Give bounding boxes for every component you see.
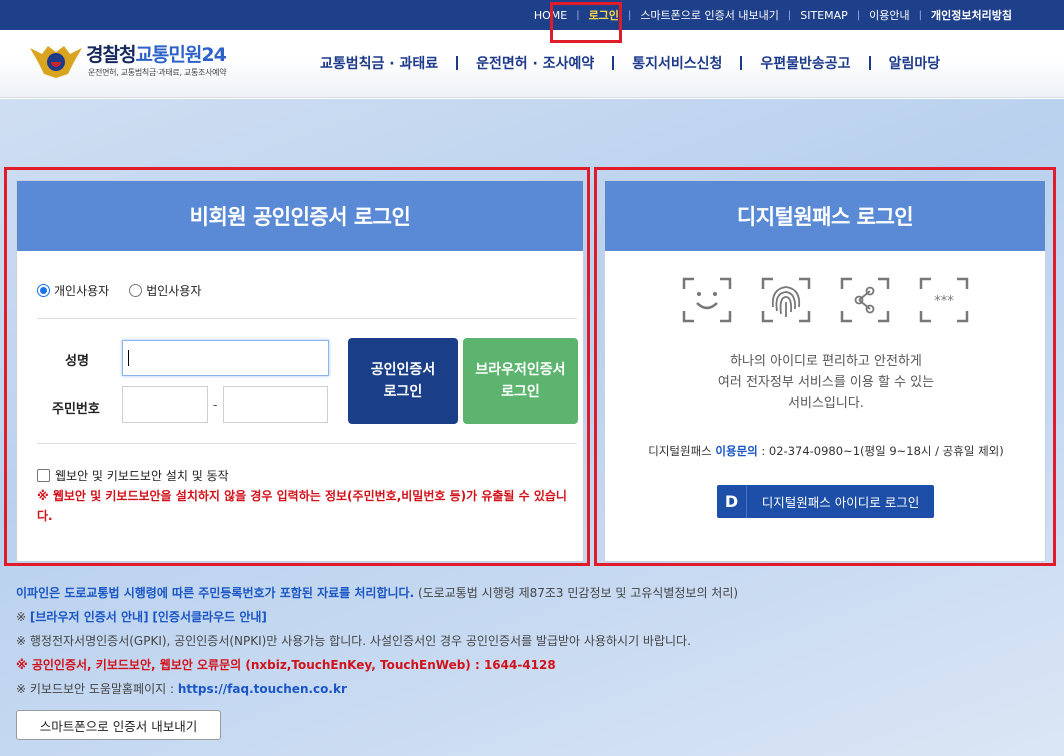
rrn-separator: - xyxy=(213,398,218,412)
radio-corporate-user[interactable]: 법인사용자 xyxy=(129,282,201,299)
security-warning: ※ 웹보안 및 키보드보안을 설치하지 않을 경우 입력하는 정보(주민번호,비… xyxy=(37,489,567,523)
onepass-description-line2: 여러 전자정부 서비스를 이용 할 수 있는 xyxy=(717,375,935,390)
notice-cert-types: ※ 행정전자서명인증서(GPKI), 공인인증서(NPKI)만 사용가능 합니다… xyxy=(16,634,691,648)
contact-value: : 02-374-0980~1(평일 9~18시 / 공휴일 제외) xyxy=(757,444,1004,458)
guide-link[interactable]: 이용안내 xyxy=(869,7,909,23)
notice-error-contact: ※ 공인인증서, 키보드보안, 웹보안 오류문의 (nxbiz,TouchEnK… xyxy=(16,658,556,672)
export-cert-link[interactable]: 스마트폰으로 인증서 내보내기 xyxy=(640,7,779,23)
export-to-smartphone-button[interactable]: 스마트폰으로 인증서 내보내기 xyxy=(16,710,221,740)
separator: | xyxy=(856,9,861,21)
security-install-label: 웹보안 및 키보드보안 설치 및 동작 xyxy=(55,469,229,483)
notices: 이파인은 도로교통법 시행령에 따른 주민등록번호가 포함된 자료를 처리합니다… xyxy=(16,583,1056,703)
main-navigation: 교통범칙금 · 과태료 운전면허 · 조사예약 통지서비스신청 우편물반송공고 … xyxy=(320,52,940,74)
keyboard-help-link[interactable]: https://faq.touchen.co.kr xyxy=(178,682,347,696)
nav-divider xyxy=(740,56,743,70)
notice-guides: ※ [브라우저 인증서 안내] [인증서클라우드 안내] xyxy=(16,607,1056,631)
login-highlight-box xyxy=(550,2,622,43)
onepass-d-icon: D xyxy=(717,485,747,518)
cert-button-line1: 공인인증서 xyxy=(370,362,436,378)
user-type-radio-group: 개인사용자 법인사용자 xyxy=(37,282,221,299)
onepass-description: 하나의 아이디로 편리하고 안전하게 여러 전자정부 서비스를 이용 할 수 있… xyxy=(605,351,1047,414)
pin-code-text: *** xyxy=(934,294,954,309)
browser-button-line2: 로그인 xyxy=(501,384,540,400)
site-logo[interactable]: 경찰청교통민원24 운전면허, 교통범칙금·과태료, 교통조사예약 xyxy=(28,40,268,84)
nav-notice[interactable]: 알림마당 xyxy=(889,53,941,73)
pin-code-icon: *** xyxy=(919,277,969,323)
onepass-description-line1: 하나의 아이디로 편리하고 안전하게 xyxy=(730,354,922,369)
certificate-login-title: 비회원 공인인증서 로그인 xyxy=(17,181,583,251)
keyboard-help-prefix: ※ 키보드보안 도움말홈페이지 : xyxy=(16,682,178,696)
radio-corporate-indicator[interactable] xyxy=(129,284,143,297)
radio-corporate-label: 법인사용자 xyxy=(146,284,202,298)
top-utility-bar: HOME | 로그인 | 스마트폰으로 인증서 내보내기 | SITEMAP |… xyxy=(0,0,1064,30)
privacy-policy-link[interactable]: 개인정보처리방침 xyxy=(931,7,1012,23)
onepass-login-label: 디지털원패스 아이디로 로그인 xyxy=(761,495,920,510)
rrn-front-input[interactable] xyxy=(122,386,208,423)
radio-personal-user[interactable]: 개인사용자 xyxy=(37,282,109,299)
logo-title-main: 경찰청 xyxy=(86,44,136,66)
separator: | xyxy=(787,9,792,21)
nav-returned-mail[interactable]: 우편물반송공고 xyxy=(760,53,850,73)
contact-label: 이용문의 xyxy=(715,444,758,458)
logo-title: 경찰청교통민원24 xyxy=(86,40,227,67)
notice-privacy-rest: (도로교통법 시행령 제87조3 민감정보 및 고유식별정보의 처리) xyxy=(414,586,739,600)
face-recognition-icon xyxy=(682,277,732,323)
notice-privacy-bold: 이파인은 도로교통법 시행령에 따른 주민등록번호가 포함된 자료를 처리합니다… xyxy=(16,586,415,600)
browser-certificate-login-button[interactable]: 브라우저인증서 로그인 xyxy=(463,338,578,424)
radio-personal-indicator[interactable] xyxy=(37,284,50,297)
nav-notification[interactable]: 통지서비스신청 xyxy=(632,53,722,73)
police-emblem-icon xyxy=(30,46,82,78)
certificate-login-panel: 비회원 공인인증서 로그인 개인사용자 법인사용자 성명 주민번호 - 공인인증… xyxy=(16,180,584,562)
separator: | xyxy=(627,9,632,21)
digital-onepass-panel: 디지털원패스 로그인 *** 하나의 아이디로 편리하고 안전하게 여러 전자정… xyxy=(604,180,1046,562)
onepass-contact: 디지털원패스 이용문의 : 02-374-0980~1(평일 9~18시 / 공… xyxy=(605,443,1047,459)
nav-license[interactable]: 운전면허 · 조사예약 xyxy=(476,53,594,73)
certificate-login-button[interactable]: 공인인증서 로그인 xyxy=(348,338,458,424)
security-install-checkbox-row[interactable]: 웹보안 및 키보드보안 설치 및 동작 xyxy=(37,467,229,484)
rrn-back-input[interactable] xyxy=(223,386,328,423)
separator: | xyxy=(918,9,923,21)
nav-divider xyxy=(456,56,459,70)
sitemap-link[interactable]: SITEMAP xyxy=(800,9,848,22)
divider xyxy=(37,443,577,444)
pattern-icon xyxy=(840,277,890,323)
onepass-description-line3: 서비스입니다. xyxy=(788,396,864,411)
logo-title-accent: 교통민원24 xyxy=(135,44,226,66)
nav-divider xyxy=(868,56,871,70)
notice-guides-prefix: ※ xyxy=(16,610,30,624)
security-install-checkbox[interactable] xyxy=(37,469,50,482)
rrn-label: 주민번호 xyxy=(52,402,100,417)
cert-button-line2: 로그인 xyxy=(383,384,423,400)
name-input[interactable] xyxy=(122,340,329,376)
notice-keyboard-help: ※ 키보드보안 도움말홈페이지 : https://faq.touchen.co… xyxy=(16,679,1056,703)
digital-onepass-title: 디지털원패스 로그인 xyxy=(605,181,1045,251)
logo-subtitle: 운전면허, 교통범칙금·과태료, 교통조사예약 xyxy=(88,68,227,77)
browser-cert-guide-link[interactable]: [브라우저 인증서 안내] xyxy=(30,610,149,624)
nav-fines[interactable]: 교통범칙금 · 과태료 xyxy=(320,53,438,73)
divider xyxy=(37,318,577,319)
fingerprint-icon xyxy=(761,277,811,323)
nav-divider xyxy=(612,56,615,70)
cert-cloud-guide-link[interactable]: [인증서클라우드 안내] xyxy=(152,610,267,624)
onepass-login-button[interactable]: D 디지털원패스 아이디로 로그인 xyxy=(717,485,934,518)
text-caret xyxy=(128,350,129,366)
auth-method-icons: *** xyxy=(682,277,998,323)
radio-personal-label: 개인사용자 xyxy=(54,284,110,298)
name-label: 성명 xyxy=(65,354,89,369)
site-header: 경찰청교통민원24 운전면허, 교통범칙금·과태료, 교통조사예약 교통범칙금 … xyxy=(0,30,1064,98)
browser-button-line1: 브라우저인증서 xyxy=(475,362,566,378)
notice-privacy: 이파인은 도로교통법 시행령에 따른 주민등록번호가 포함된 자료를 처리합니다… xyxy=(16,583,1056,607)
contact-prefix: 디지털원패스 xyxy=(648,444,716,458)
